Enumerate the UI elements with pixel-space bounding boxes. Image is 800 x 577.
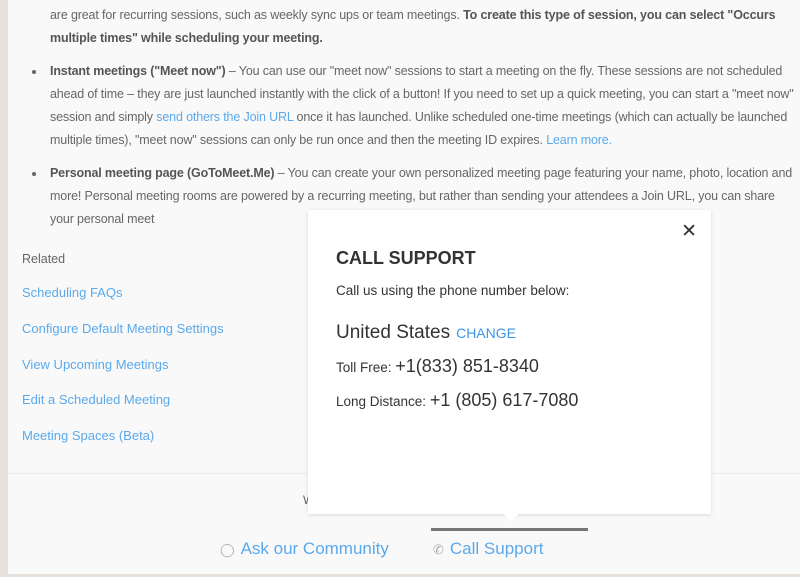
ask-community-link[interactable]: ◯ Ask our Community	[220, 539, 389, 559]
related-link[interactable]: View Upcoming Meetings	[22, 357, 224, 393]
popup-subtitle: Call us using the phone number below:	[336, 283, 570, 298]
speech-bubble-icon: ◯	[220, 542, 235, 557]
related-link[interactable]: Scheduling FAQs	[22, 285, 224, 321]
list-item: Instant meetings ("Meet now") – You can …	[32, 60, 800, 152]
related-link[interactable]: Meeting Spaces (Beta)	[22, 428, 224, 464]
change-country-button[interactable]: CHANGE	[456, 325, 516, 341]
popup-title: CALL SUPPORT	[336, 248, 476, 268]
intro-paragraph: are great for recurring sessions, such a…	[50, 8, 776, 45]
active-tab-indicator	[431, 528, 588, 531]
call-support-popup: ✕ CALL SUPPORT Call us using the phone n…	[308, 210, 711, 522]
long-distance-number: Long Distance: +1 (805) 617-7080	[336, 390, 579, 410]
toll-free-number: Toll Free: +1(833) 851-8340	[336, 356, 539, 376]
related-links: Scheduling FAQs Configure Default Meetin…	[22, 285, 224, 464]
phone-icon: ✆	[433, 542, 444, 557]
learn-more-link[interactable]: Learn more.	[546, 133, 612, 147]
close-icon[interactable]: ✕	[681, 220, 697, 243]
call-support-link[interactable]: ✆ Call Support	[433, 539, 543, 559]
article-body: are great for recurring sessions, such a…	[32, 4, 800, 231]
country-label: United States CHANGE	[336, 322, 516, 343]
related-link[interactable]: Edit a Scheduled Meeting	[22, 392, 224, 428]
join-url-link[interactable]: send others the Join URL	[156, 110, 293, 124]
related-heading: Related	[22, 252, 66, 266]
related-link[interactable]: Configure Default Meeting Settings	[22, 321, 224, 357]
